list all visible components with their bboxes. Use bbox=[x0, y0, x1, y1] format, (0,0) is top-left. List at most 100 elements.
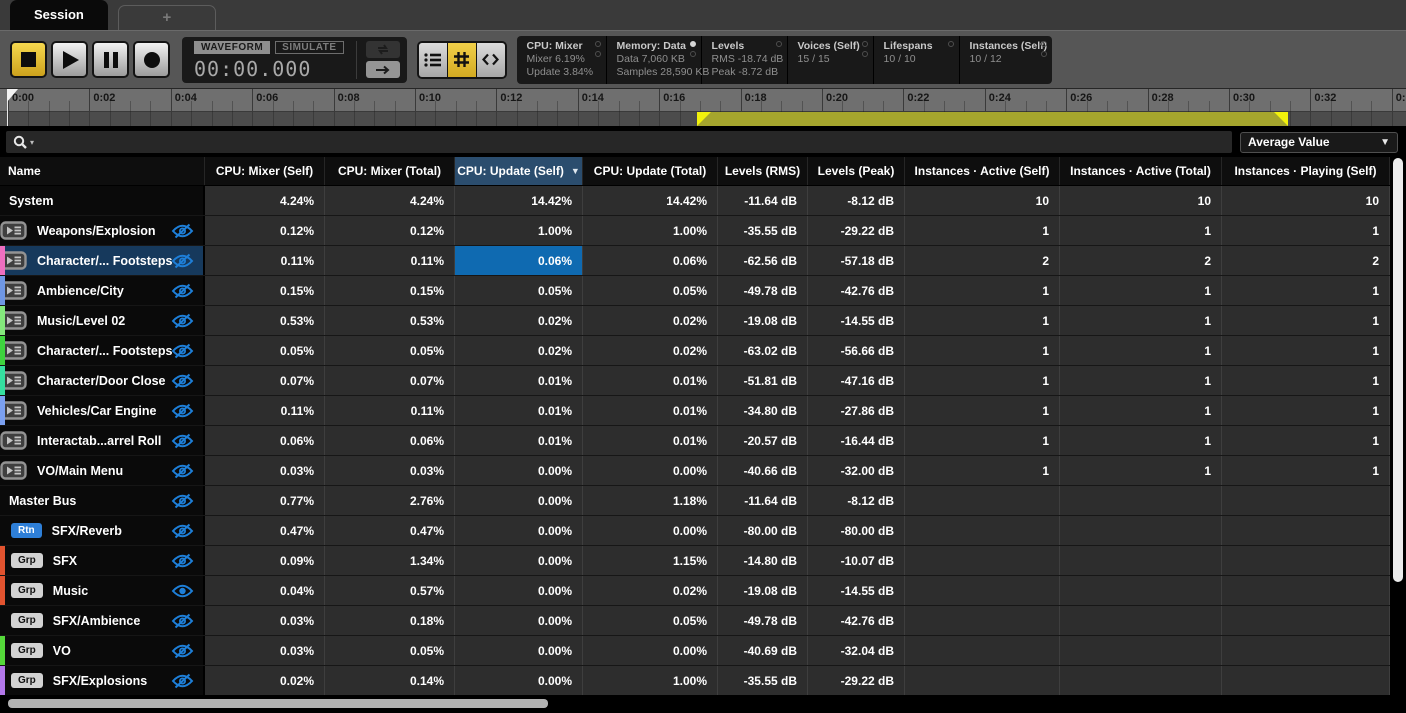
cell-instances-active-total[interactable]: 10 bbox=[1060, 186, 1222, 215]
cell-instances-playing-self[interactable]: 1 bbox=[1222, 306, 1390, 335]
cell-instances-active-total[interactable]: 1 bbox=[1060, 276, 1222, 305]
row-name-cell[interactable]: GrpMusic bbox=[0, 576, 205, 605]
cell-cpu-update-total[interactable]: 1.18% bbox=[583, 486, 718, 515]
timeline-ruler[interactable]: 0:000:020:040:060:080:100:120:140:160:18… bbox=[0, 88, 1406, 126]
row-name-cell[interactable]: GrpVO bbox=[0, 636, 205, 665]
graph-toggle-icon[interactable] bbox=[690, 51, 696, 57]
row-name-cell[interactable]: Master Bus bbox=[0, 486, 205, 515]
row-name-cell[interactable]: GrpSFX/Explosions bbox=[0, 666, 205, 695]
cell-instances-active-total[interactable] bbox=[1060, 636, 1222, 665]
cell-cpu-mixer-total[interactable]: 4.24% bbox=[325, 186, 455, 215]
row-name-cell[interactable]: GrpSFX bbox=[0, 546, 205, 575]
cell-levels-rms[interactable]: -62.56 dB bbox=[718, 246, 808, 275]
cell-cpu-update-self[interactable]: 1.00% bbox=[455, 216, 583, 245]
meter-memory-data[interactable]: Memory: DataData 7,060 KBSamples 28,590 … bbox=[607, 36, 702, 84]
row-name-cell[interactable]: Character/... Footsteps bbox=[0, 336, 205, 365]
cell-cpu-update-self[interactable]: 0.00% bbox=[455, 516, 583, 545]
cell-cpu-update-total[interactable]: 0.01% bbox=[583, 396, 718, 425]
play-button[interactable] bbox=[51, 41, 88, 78]
row-name-cell[interactable]: System bbox=[0, 186, 205, 215]
cell-cpu-update-self[interactable]: 0.05% bbox=[455, 276, 583, 305]
visibility-off-icon[interactable] bbox=[171, 613, 194, 629]
cell-instances-active-self[interactable]: 1 bbox=[905, 366, 1060, 395]
cell-cpu-mixer-total[interactable]: 0.12% bbox=[325, 216, 455, 245]
cell-instances-active-total[interactable]: 1 bbox=[1060, 366, 1222, 395]
cell-instances-active-total[interactable] bbox=[1060, 546, 1222, 575]
cell-instances-active-self[interactable] bbox=[905, 486, 1060, 515]
cell-cpu-mixer-total[interactable]: 0.18% bbox=[325, 606, 455, 635]
cell-cpu-mixer-total[interactable]: 0.14% bbox=[325, 666, 455, 695]
visibility-on-icon[interactable] bbox=[171, 583, 194, 599]
cell-cpu-mixer-self[interactable]: 0.02% bbox=[205, 666, 325, 695]
cell-levels-peak[interactable]: -8.12 dB bbox=[808, 186, 905, 215]
cell-levels-peak[interactable]: -27.86 dB bbox=[808, 396, 905, 425]
value-mode-select[interactable]: Average Value ▼ bbox=[1240, 132, 1398, 153]
graph-toggle-icon[interactable] bbox=[1041, 41, 1047, 47]
cell-cpu-mixer-self[interactable]: 0.09% bbox=[205, 546, 325, 575]
cell-cpu-update-total[interactable]: 0.02% bbox=[583, 306, 718, 335]
cell-levels-peak[interactable]: -80.00 dB bbox=[808, 516, 905, 545]
cell-instances-playing-self[interactable] bbox=[1222, 486, 1390, 515]
cell-levels-peak[interactable]: -8.12 dB bbox=[808, 486, 905, 515]
cell-levels-peak[interactable]: -29.22 dB bbox=[808, 666, 905, 695]
visibility-off-icon[interactable] bbox=[171, 223, 194, 239]
cell-cpu-mixer-total[interactable]: 0.05% bbox=[325, 636, 455, 665]
cell-cpu-update-self[interactable]: 0.00% bbox=[455, 456, 583, 485]
cell-levels-peak[interactable]: -14.55 dB bbox=[808, 306, 905, 335]
row-name-cell[interactable]: Weapons/Explosion bbox=[0, 216, 205, 245]
cell-instances-active-self[interactable]: 2 bbox=[905, 246, 1060, 275]
cell-levels-rms[interactable]: -63.02 dB bbox=[718, 336, 808, 365]
cell-cpu-update-self[interactable]: 0.01% bbox=[455, 396, 583, 425]
cell-instances-playing-self[interactable]: 1 bbox=[1222, 366, 1390, 395]
cell-instances-active-self[interactable]: 1 bbox=[905, 456, 1060, 485]
graph-toggle-icon[interactable] bbox=[948, 41, 954, 47]
column-header-cpu-mixer-self[interactable]: CPU: Mixer (Self) bbox=[205, 157, 325, 185]
cell-levels-rms[interactable]: -34.80 dB bbox=[718, 396, 808, 425]
cell-cpu-mixer-self[interactable]: 0.15% bbox=[205, 276, 325, 305]
cell-cpu-update-self[interactable]: 0.02% bbox=[455, 336, 583, 365]
visibility-off-icon[interactable] bbox=[171, 643, 194, 659]
cell-instances-playing-self[interactable]: 1 bbox=[1222, 456, 1390, 485]
visibility-off-icon[interactable] bbox=[171, 463, 194, 479]
cell-cpu-mixer-total[interactable]: 2.76% bbox=[325, 486, 455, 515]
cell-cpu-mixer-self[interactable]: 0.11% bbox=[205, 246, 325, 275]
row-name-cell[interactable]: Music/Level 02 bbox=[0, 306, 205, 335]
cell-levels-rms[interactable]: -11.64 dB bbox=[718, 486, 808, 515]
cell-cpu-mixer-total[interactable]: 0.07% bbox=[325, 366, 455, 395]
cell-instances-active-total[interactable] bbox=[1060, 486, 1222, 515]
cell-instances-active-total[interactable] bbox=[1060, 516, 1222, 545]
cell-instances-active-total[interactable] bbox=[1060, 606, 1222, 635]
cell-instances-active-self[interactable]: 10 bbox=[905, 186, 1060, 215]
row-name-cell[interactable]: VO/Main Menu bbox=[0, 456, 205, 485]
cell-levels-rms[interactable]: -49.78 dB bbox=[718, 276, 808, 305]
row-name-cell[interactable]: Character/... Footsteps bbox=[0, 246, 205, 275]
cell-levels-rms[interactable]: -20.57 dB bbox=[718, 426, 808, 455]
cell-instances-active-total[interactable]: 1 bbox=[1060, 336, 1222, 365]
cell-levels-peak[interactable]: -56.66 dB bbox=[808, 336, 905, 365]
cell-instances-active-self[interactable]: 1 bbox=[905, 276, 1060, 305]
row-name-cell[interactable]: Ambience/City bbox=[0, 276, 205, 305]
cell-instances-active-self[interactable]: 1 bbox=[905, 306, 1060, 335]
cell-levels-rms[interactable]: -35.55 dB bbox=[718, 666, 808, 695]
simulate-mode-badge[interactable]: SIMULATE bbox=[275, 41, 343, 54]
cell-instances-active-self[interactable] bbox=[905, 516, 1060, 545]
cell-cpu-update-total[interactable]: 0.01% bbox=[583, 366, 718, 395]
visibility-off-icon[interactable] bbox=[171, 553, 194, 569]
cell-cpu-update-self[interactable]: 0.00% bbox=[455, 486, 583, 515]
meter-lifespans[interactable]: Lifespans10 / 10 bbox=[874, 36, 960, 84]
cell-instances-active-self[interactable] bbox=[905, 606, 1060, 635]
cell-cpu-mixer-total[interactable]: 1.34% bbox=[325, 546, 455, 575]
column-header-cpu-mixer-total[interactable]: CPU: Mixer (Total) bbox=[325, 157, 455, 185]
meter-instances-self[interactable]: Instances (Self)10 / 12 bbox=[960, 36, 1052, 84]
cell-instances-playing-self[interactable] bbox=[1222, 666, 1390, 695]
cell-cpu-update-total[interactable]: 0.00% bbox=[583, 636, 718, 665]
waveform-mode-badge[interactable]: WAVEFORM bbox=[194, 41, 270, 54]
cell-cpu-mixer-total[interactable]: 0.11% bbox=[325, 246, 455, 275]
cell-instances-active-self[interactable]: 1 bbox=[905, 426, 1060, 455]
pause-button[interactable] bbox=[92, 41, 129, 78]
vertical-scrollbar-thumb[interactable] bbox=[1393, 158, 1403, 582]
cell-instances-active-self[interactable] bbox=[905, 636, 1060, 665]
cell-instances-playing-self[interactable]: 10 bbox=[1222, 186, 1390, 215]
profiler-capture-region[interactable] bbox=[697, 112, 1288, 126]
cell-levels-rms[interactable]: -35.55 dB bbox=[718, 216, 808, 245]
